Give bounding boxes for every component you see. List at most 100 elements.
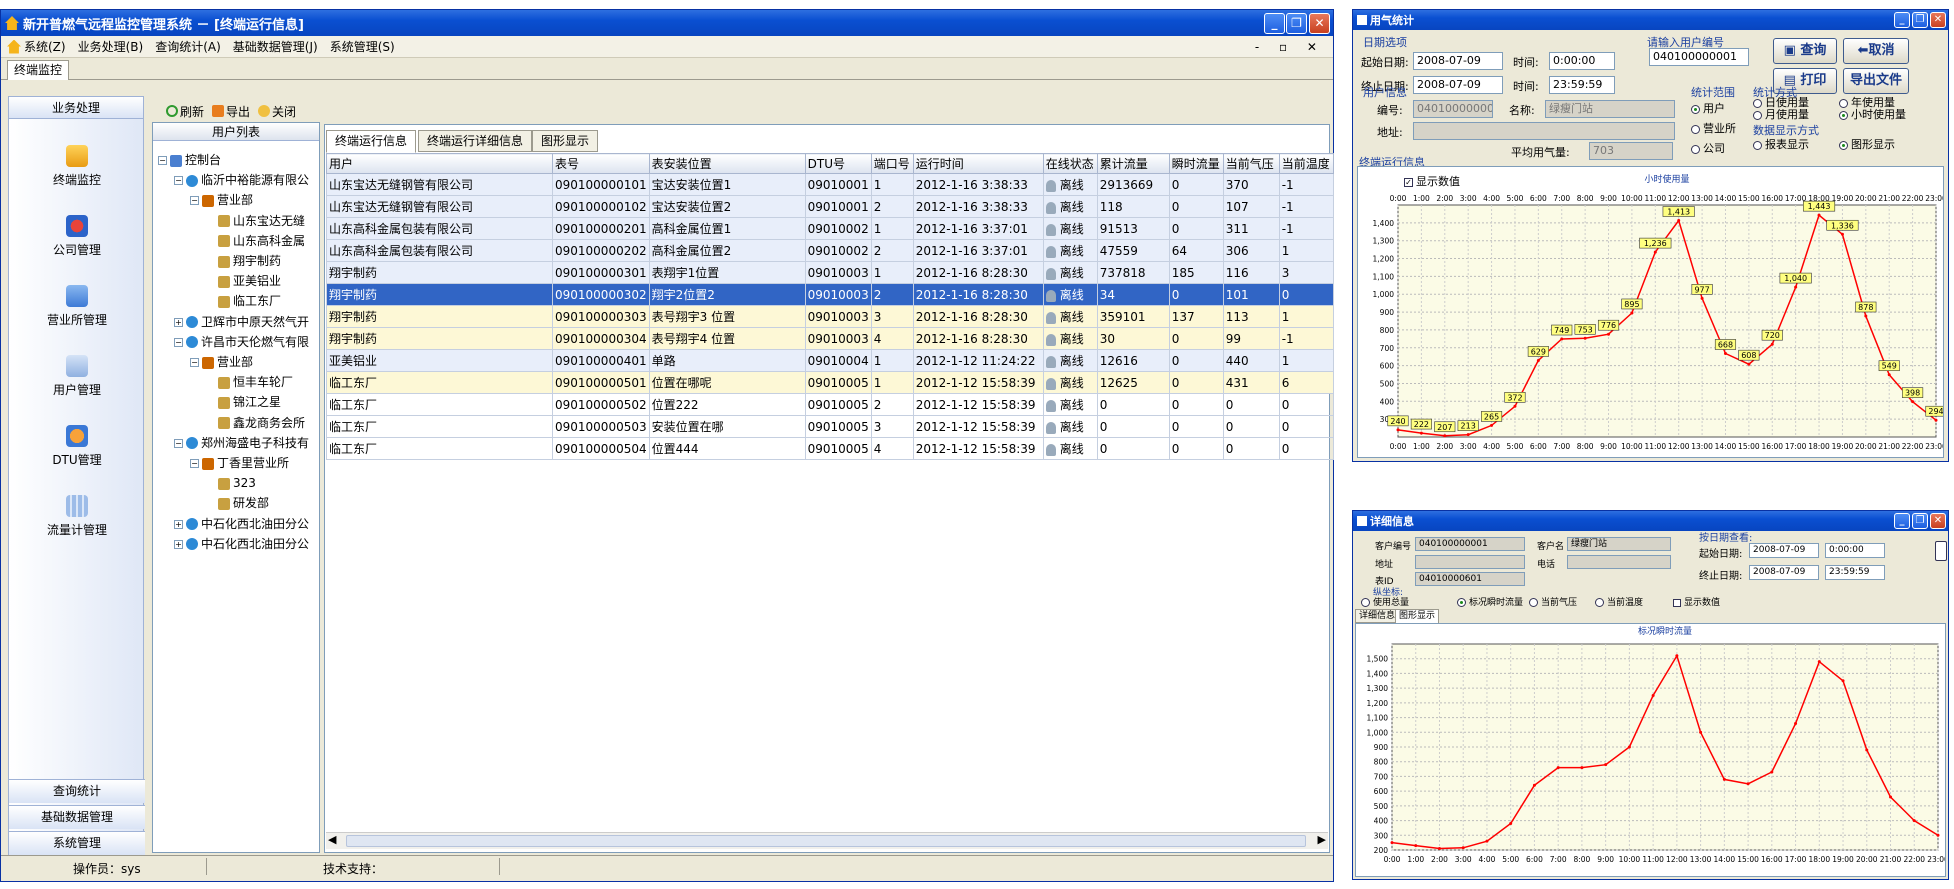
collapse-icon[interactable]: − xyxy=(190,459,199,468)
table-row[interactable]: 山东高科金属包装有限公司 090100000202 高科金属位置2 09010002 2… xyxy=(326,239,1334,262)
tree-node[interactable]: − 控制台 xyxy=(158,152,318,168)
column-header[interactable]: 累计流量 xyxy=(1096,153,1170,174)
table-row[interactable]: 临工东厂 090100000502 位置222 09010005 2 2012-1-12 … xyxy=(326,393,1334,416)
tree-node[interactable]: 亚美铝业 xyxy=(206,273,318,289)
export-button[interactable]: 导出 xyxy=(226,103,250,120)
end-time-field[interactable]: 23:59:59 xyxy=(1549,76,1615,94)
nav-branch[interactable]: 营业所管理 xyxy=(9,285,145,328)
column-header[interactable]: 端口号 xyxy=(870,153,914,174)
collapse-icon[interactable]: − xyxy=(158,156,167,165)
tree-node[interactable]: 323 xyxy=(206,475,318,491)
side-scroll-button[interactable] xyxy=(1935,541,1947,561)
minimize-button[interactable]: _ xyxy=(1264,13,1285,34)
start-date-field[interactable]: 2008-07-09 xyxy=(1413,52,1503,70)
table-row[interactable]: 临工东厂 090100000503 安装位置在哪 09010005 3 2012-1-12… xyxy=(326,415,1334,438)
cancel-button[interactable]: ⬅取消 xyxy=(1843,38,1909,64)
table-row[interactable]: 亚美铝业 090100000401 单路 09010004 1 2012-1-12 11:… xyxy=(326,349,1334,372)
display-graph-radio[interactable]: 图形显示 xyxy=(1839,136,1895,152)
tree-node[interactable]: + 中石化西北油田分公 xyxy=(174,516,318,532)
table-row[interactable]: 山东高科金属包装有限公司 090100000201 高科金属位置1 09010002 1… xyxy=(326,217,1334,240)
meter-id-field[interactable]: 04010000601 xyxy=(1415,572,1525,586)
method-hourly-radio[interactable]: 小时使用量 xyxy=(1839,106,1906,122)
expand-icon[interactable]: + xyxy=(174,539,183,549)
tree-node[interactable]: 研发部 xyxy=(206,495,318,511)
scroll-thumb[interactable] xyxy=(346,835,1306,847)
nav-sys-mgmt[interactable]: 系统管理 xyxy=(9,831,145,855)
detail-minimize-button[interactable]: _ xyxy=(1894,513,1910,529)
radio-pressure[interactable]: 当前气压 xyxy=(1529,595,1577,608)
menu-sysmgmt[interactable]: 系统管理(S) xyxy=(330,38,395,55)
address-field[interactable] xyxy=(1413,122,1675,140)
nav-base-data[interactable]: 基础数据管理 xyxy=(9,805,145,829)
end-date-field[interactable]: 2008-07-09 xyxy=(1413,76,1503,94)
user-no-input[interactable]: 040100000001 xyxy=(1649,48,1749,66)
tree-node[interactable]: 山东宝达无缝 xyxy=(206,213,318,229)
detail-close-button[interactable]: ✕ xyxy=(1930,513,1946,529)
menu-business[interactable]: 业务处理(B) xyxy=(78,38,144,55)
column-header[interactable]: 运行时间 xyxy=(912,153,1044,174)
code-field[interactable]: 040100000001 xyxy=(1413,100,1493,118)
stats-minimize-button[interactable]: _ xyxy=(1894,12,1910,28)
table-row[interactable]: 山东宝达无缝钢管有限公司 090100000102 宝达安装位置2 09010001 2… xyxy=(326,195,1334,218)
tree-node[interactable]: − 郑州海盛电子科技有 xyxy=(174,435,318,451)
table-row[interactable]: 翔宇制药 090100000304 表号翔宇4 位置 09010003 4 2012-1-… xyxy=(326,327,1334,350)
tree-node[interactable]: 锦江之星 xyxy=(206,394,318,410)
column-header[interactable]: 当前温度 xyxy=(1278,153,1334,174)
tree-node[interactable]: − 营业部 xyxy=(190,192,318,208)
scroll-left-icon[interactable]: ◀ xyxy=(328,833,336,846)
tree-node[interactable]: 鑫龙商务会所 xyxy=(206,415,318,431)
scope-branch-radio[interactable]: 营业所 xyxy=(1691,120,1736,136)
tree-node[interactable]: 临工东厂 xyxy=(206,293,318,309)
table-row[interactable]: 山东宝达无缝钢管有限公司 090100000101 宝达安装位置1 09010001 1… xyxy=(326,173,1334,196)
scope-company-radio[interactable]: 公司 xyxy=(1691,140,1725,156)
column-header[interactable]: 在线状态 xyxy=(1042,153,1098,174)
detail-maximize-button[interactable]: ❐ xyxy=(1912,513,1928,529)
doc-tab-terminal[interactable]: 终端监控 xyxy=(7,60,70,80)
stats-maximize-button[interactable]: ❐ xyxy=(1912,12,1928,28)
collapse-icon[interactable]: − xyxy=(174,337,183,347)
column-header[interactable]: 当前气压 xyxy=(1222,153,1280,174)
tab-run-detail[interactable]: 终端运行详细信息 xyxy=(418,130,533,152)
collapse-icon[interactable]: − xyxy=(174,438,183,448)
scope-user-radio[interactable]: 用户 xyxy=(1691,100,1725,116)
detail-end-time[interactable]: 23:59:59 xyxy=(1825,565,1885,580)
nav-company[interactable]: 公司管理 xyxy=(9,215,145,258)
column-header[interactable]: 表号 xyxy=(552,153,650,174)
table-row[interactable]: 翔宇制药 090100000301 表翔宇1位置 09010003 1 2012-1-16… xyxy=(326,261,1334,284)
column-header[interactable]: 表安装位置 xyxy=(648,153,806,174)
close-panel-button[interactable]: 关闭 xyxy=(272,103,296,120)
menu-query[interactable]: 查询统计(A) xyxy=(155,38,221,55)
tree-node[interactable]: − 临沂中裕能源有限公 xyxy=(174,172,318,188)
table-row[interactable]: 临工东厂 090100000504 位置444 09010005 4 2012-1-12 … xyxy=(326,437,1334,460)
cust-name-field[interactable]: 绿瘦门站 xyxy=(1567,537,1671,551)
collapse-icon[interactable]: − xyxy=(174,176,183,186)
collapse-icon[interactable]: − xyxy=(190,196,199,206)
nav-terminal-monitor[interactable]: 终端监控 xyxy=(9,145,145,188)
tree-node[interactable]: 山东高科金属 xyxy=(206,233,318,249)
start-time-field[interactable]: 0:00:00 xyxy=(1549,52,1615,70)
method-monthly-radio[interactable]: 月使用量 xyxy=(1753,106,1809,122)
tree-node[interactable]: 翔宇制药 xyxy=(206,253,318,269)
radio-instant-flow[interactable]: 标况瞬时流量 xyxy=(1457,595,1523,608)
detail-start-time[interactable]: 0:00:00 xyxy=(1825,543,1885,558)
detail-show-values[interactable]: 显示数值 xyxy=(1673,595,1720,608)
horizontal-scrollbar[interactable]: ◀ ▶ xyxy=(326,832,1328,849)
table-row-selected[interactable]: 翔宇制药 090100000302 翔宇2位置2 09010003 2 2012-1-16… xyxy=(326,283,1334,306)
stats-close-button[interactable]: ✕ xyxy=(1930,12,1946,28)
nav-dtu[interactable]: DTU管理 xyxy=(9,425,145,468)
column-header[interactable]: 瞬时流量 xyxy=(1168,153,1224,174)
column-header[interactable]: 用户 xyxy=(326,153,553,174)
collapse-icon[interactable]: − xyxy=(190,358,199,367)
name-field[interactable]: 绿瘦门站 xyxy=(1545,100,1675,118)
detail-addr-field[interactable] xyxy=(1415,555,1525,569)
export-file-button[interactable]: 导出文件 xyxy=(1843,68,1909,94)
expand-icon[interactable]: + xyxy=(174,317,183,327)
mdi-controls[interactable]: - ▫ ✕ xyxy=(1255,40,1325,54)
refresh-button[interactable]: 刷新 xyxy=(180,103,204,120)
tree-node[interactable]: − 营业部 xyxy=(190,354,318,370)
maximize-button[interactable]: ❐ xyxy=(1286,13,1307,34)
cust-no-field[interactable]: 040100000001 xyxy=(1415,537,1525,551)
close-button[interactable]: ✕ xyxy=(1309,13,1330,34)
radio-total[interactable]: 使用总量 xyxy=(1361,595,1409,608)
expand-icon[interactable]: + xyxy=(174,519,183,529)
